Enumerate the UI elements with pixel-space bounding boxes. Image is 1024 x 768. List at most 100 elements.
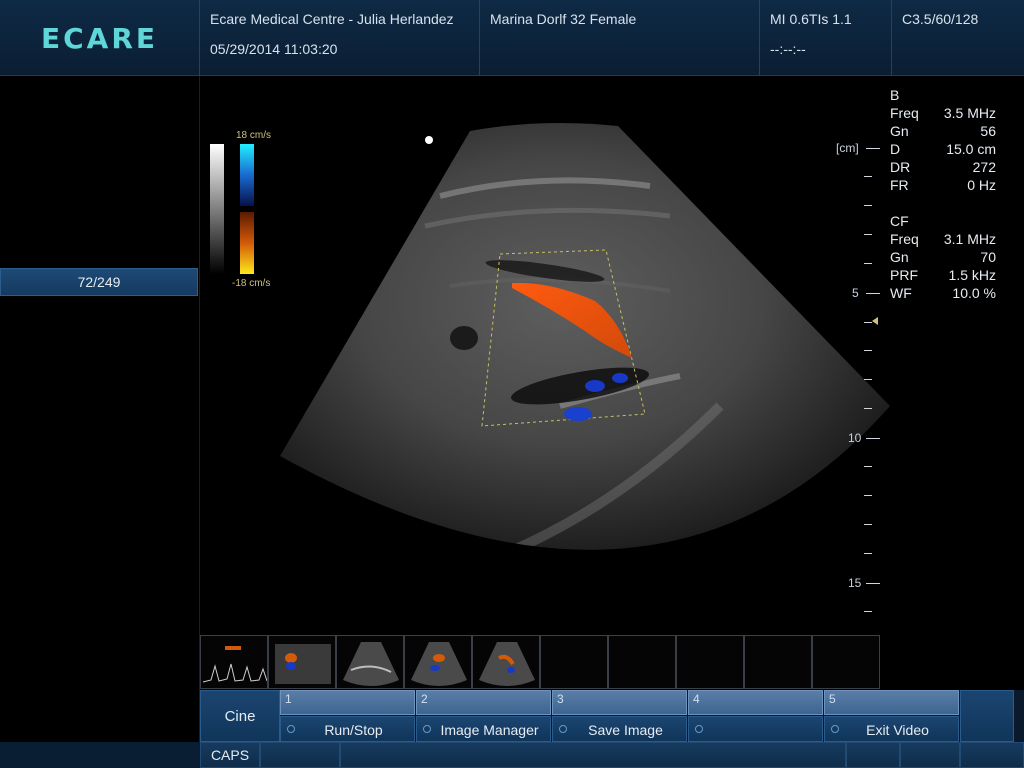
softkey-body[interactable]: Run/Stop xyxy=(280,716,415,742)
patient-cell: Marina Dorlf 32 Female xyxy=(480,0,760,76)
thumbnail-slot xyxy=(540,635,608,689)
facility-cell: Ecare Medical Centre - Julia Herlandez 0… xyxy=(200,0,480,76)
softkey-image-manager[interactable]: 2 Image Manager xyxy=(416,690,552,742)
softkey-body[interactable]: Save Image xyxy=(552,716,687,742)
thumbnail-5[interactable] xyxy=(472,635,540,689)
logo-text: ECARE xyxy=(40,21,159,55)
cf-mode-title: CF xyxy=(890,213,909,229)
softkey-body[interactable]: Image Manager xyxy=(416,716,551,742)
param-row: WF 10.0 % xyxy=(890,285,996,301)
orientation-marker xyxy=(425,136,433,144)
depth-tick xyxy=(866,438,880,439)
logo: ECARE xyxy=(0,0,200,76)
depth-tick xyxy=(864,611,872,612)
softkey-body[interactable]: Exit Video xyxy=(824,716,959,742)
softkey-exit-video[interactable]: 5 Exit Video xyxy=(824,690,960,742)
depth-tick xyxy=(864,524,872,525)
probe-info: C3.5/60/128 xyxy=(902,11,979,27)
frame-counter-text: 72/249 xyxy=(77,274,121,290)
imaging-parameters: B Freq 3.5 MHz Gn 56 D 15.0 cm DR 272 FR 0 Hz… xyxy=(890,86,1020,302)
softkey-header: 2 xyxy=(416,690,551,715)
exam-datetime: 05/29/2014 11:03:20 xyxy=(210,41,338,57)
status-cell xyxy=(900,742,960,768)
depth-tick xyxy=(864,553,872,554)
color-bar-positive xyxy=(240,144,254,206)
flow-blue-3 xyxy=(612,373,628,383)
knob-indicator-icon xyxy=(559,725,567,733)
softkey-header: 5 xyxy=(824,690,959,715)
status-cell xyxy=(846,742,900,768)
param-row: DR 272 xyxy=(890,159,996,175)
knob-indicator-icon xyxy=(831,725,839,733)
param-row: Freq 3.1 MHz xyxy=(890,231,996,247)
color-scale-bottom: -18 cm/s xyxy=(232,278,270,289)
caps-indicator: CAPS xyxy=(200,742,260,768)
thumbnail-slot xyxy=(676,635,744,689)
depth-tick xyxy=(864,263,872,264)
fan-sector xyxy=(280,122,890,550)
depth-tick xyxy=(864,350,872,351)
frame-counter[interactable]: 72/249 xyxy=(0,268,198,296)
thumbnail-slot xyxy=(608,635,676,689)
grayscale-bar xyxy=(210,144,224,274)
softkey-body[interactable] xyxy=(688,716,823,742)
depth-label-5: 5 xyxy=(852,286,859,300)
color-bar-negative xyxy=(240,212,254,274)
softkey-run-stop[interactable]: 1 Run/Stop xyxy=(280,690,416,742)
depth-tick xyxy=(864,466,872,467)
depth-tick xyxy=(864,176,872,177)
softkey-header: 3 xyxy=(552,690,687,715)
thumbnail-4[interactable] xyxy=(404,635,472,689)
status-cell xyxy=(260,742,340,768)
depth-tick xyxy=(864,379,872,380)
depth-tick xyxy=(864,205,872,206)
flow-blue-1 xyxy=(585,380,605,392)
thumbnail-strip xyxy=(200,635,880,689)
depth-tick xyxy=(866,148,880,149)
b-mode-title: B xyxy=(890,87,900,103)
cine-button[interactable]: Cine xyxy=(200,690,280,742)
right-control-button[interactable] xyxy=(960,690,1014,742)
left-panel xyxy=(0,76,200,742)
cine-label: Cine xyxy=(224,707,256,725)
thumbnail-3[interactable] xyxy=(336,635,404,689)
thumbnail-slot xyxy=(744,635,812,689)
time-readout: --:--:-- xyxy=(770,41,806,57)
status-cell xyxy=(340,742,846,768)
depth-tick xyxy=(864,408,872,409)
param-row: FR 0 Hz xyxy=(890,177,996,193)
depth-label-15: 15 xyxy=(848,576,862,590)
probe-cell: C3.5/60/128 xyxy=(892,0,1024,76)
depth-tick xyxy=(866,583,880,584)
color-scale-top: 18 cm/s xyxy=(236,130,271,141)
param-row: D 15.0 cm xyxy=(890,141,996,157)
caps-label: CAPS xyxy=(210,747,250,763)
depth-tick xyxy=(864,495,872,496)
param-row: Gn 70 xyxy=(890,249,996,265)
depth-unit-label: [cm] xyxy=(836,141,859,155)
softkey-4[interactable]: 4 xyxy=(688,690,824,742)
depth-tick xyxy=(866,293,880,294)
knob-indicator-icon xyxy=(695,725,703,733)
softkey-save-image[interactable]: 3 Save Image xyxy=(552,690,688,742)
depth-label-10: 10 xyxy=(848,431,862,445)
patient-info: Marina Dorlf 32 Female xyxy=(490,11,637,27)
mi-tis: MI 0.6TIs 1.1 xyxy=(770,11,852,27)
header-bar: ECARE Ecare Medical Centre - Julia Herla… xyxy=(0,0,1024,76)
status-cell xyxy=(960,742,1024,768)
knob-indicator-icon xyxy=(287,725,295,733)
softkey-header: 4 xyxy=(688,690,823,715)
thumbnail-2[interactable] xyxy=(268,635,336,689)
facility-name: Ecare Medical Centre - Julia Herlandez xyxy=(210,11,454,27)
depth-tick xyxy=(864,234,872,235)
depth-tick xyxy=(864,322,872,323)
flow-blue-2 xyxy=(564,407,592,421)
mi-cell: MI 0.6TIs 1.1 --:--:-- xyxy=(760,0,892,76)
knob-indicator-icon xyxy=(423,725,431,733)
param-row: PRF 1.5 kHz xyxy=(890,267,996,283)
param-row: Gn 56 xyxy=(890,123,996,139)
thumbnail-slot xyxy=(812,635,880,689)
softkey-header: 1 xyxy=(280,690,415,715)
param-row: Freq 3.5 MHz xyxy=(890,105,996,121)
thumbnail-1[interactable] xyxy=(200,635,268,689)
